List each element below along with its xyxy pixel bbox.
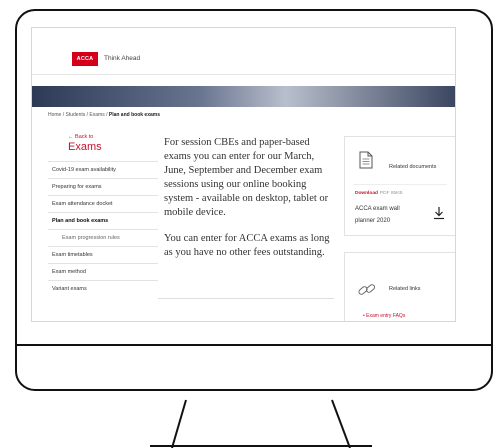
breadcrumb-current: Plan and book exams bbox=[108, 112, 160, 118]
back-link[interactable]: ← Back to bbox=[68, 134, 158, 140]
card-divider bbox=[353, 184, 447, 185]
breadcrumb-path[interactable]: Home / Students / Exams / bbox=[48, 112, 109, 118]
browser-screen: ACCA Think Ahead Home / Students / Exams… bbox=[31, 27, 456, 322]
acca-logo[interactable]: ACCA bbox=[72, 52, 98, 66]
sidebar-title[interactable]: Exams bbox=[68, 141, 158, 153]
document-icon bbox=[359, 151, 373, 169]
site-header: ACCA Think Ahead bbox=[32, 28, 455, 75]
file-meta: PDF 85KB bbox=[379, 191, 403, 196]
sidebar-item-docket[interactable]: Exam attendance docket bbox=[48, 195, 158, 212]
download-label[interactable]: Download bbox=[355, 191, 378, 196]
hero-banner bbox=[32, 86, 455, 107]
intro-paragraph: For session CBEs and paper-based exams y… bbox=[164, 137, 329, 218]
sidebar-item-preparing[interactable]: Preparing for exams bbox=[48, 178, 158, 195]
tagline: Think Ahead bbox=[104, 55, 141, 62]
sidebar-nav: ← Back to Exams Covid-19 exam availabili… bbox=[48, 132, 158, 297]
download-line: Download PDF 85KB bbox=[355, 191, 403, 196]
related-documents-heading: Related documents bbox=[389, 164, 437, 170]
sidebar-item-plan-book[interactable]: Plan and book exams bbox=[48, 212, 158, 229]
related-links-card: Related links • Exam entry FAQs bbox=[344, 252, 455, 321]
monitor-bezel-divider bbox=[17, 344, 491, 346]
link-exam-entry-faqs[interactable]: • Exam entry FAQs bbox=[363, 313, 405, 319]
sidebar-item-timetables[interactable]: Exam timetables bbox=[48, 246, 158, 263]
sidebar-item-method[interactable]: Exam method bbox=[48, 263, 158, 280]
breadcrumb: Home / Students / Exams / Plan and book … bbox=[48, 112, 160, 118]
fees-paragraph: You can enter for ACCA exams as long as … bbox=[164, 233, 330, 258]
content-divider bbox=[158, 298, 334, 319]
link-chain-icon bbox=[358, 284, 376, 295]
document-title-link[interactable]: ACCA exam wall planner 2020 bbox=[355, 203, 421, 227]
sidebar-item-covid[interactable]: Covid-19 exam availability bbox=[48, 161, 158, 178]
download-arrow-icon[interactable] bbox=[433, 206, 445, 220]
sidebar-item-progression[interactable]: Exam progression rules bbox=[48, 229, 158, 246]
related-links-heading: Related links bbox=[389, 286, 421, 292]
sidebar-item-variant[interactable]: Variant exams bbox=[48, 280, 158, 297]
related-documents-card: Related documents Download PDF 85KB ACCA … bbox=[344, 136, 455, 236]
main-content: For session CBEs and paper-based exams y… bbox=[164, 136, 332, 272]
link-exam-entry-faqs-label[interactable]: Exam entry FAQs bbox=[366, 313, 405, 319]
